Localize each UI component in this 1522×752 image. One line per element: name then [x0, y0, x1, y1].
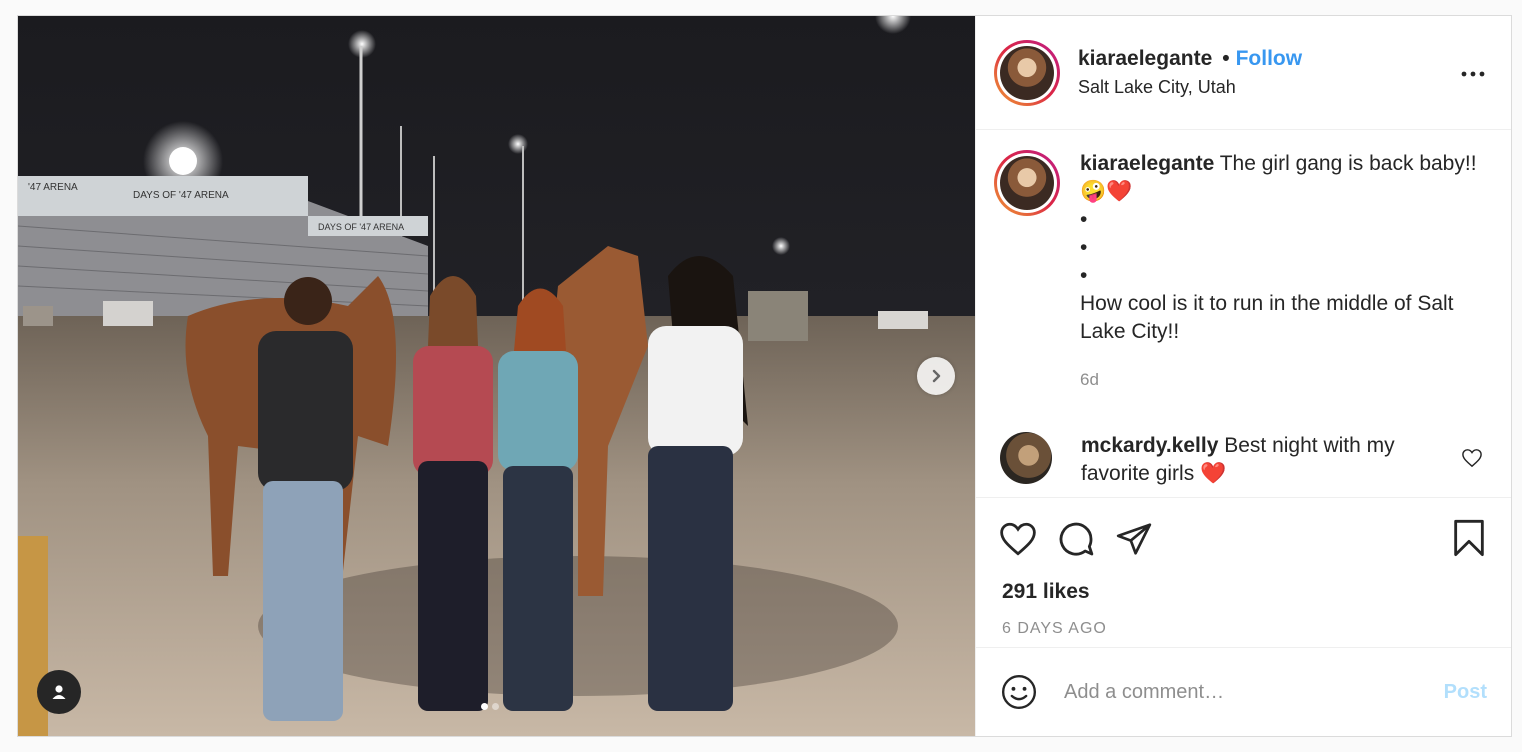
- more-options-button[interactable]: [1461, 64, 1485, 82]
- comment-input[interactable]: [1064, 680, 1404, 704]
- chevron-right-icon: [932, 369, 941, 383]
- caption-line: •: [1080, 208, 1088, 231]
- caption-avatar[interactable]: [994, 150, 1060, 216]
- tagged-users-button[interactable]: [37, 670, 81, 714]
- carousel-indicator: [481, 703, 499, 710]
- author-username[interactable]: kiaraelegante: [1078, 47, 1212, 71]
- actions-section: 291 likes 6 DAYS AGO: [976, 498, 1511, 648]
- post-photo: '47 ARENA DAYS OF '47 ARENA DAYS OF '47 …: [18, 16, 975, 736]
- bookmark-icon: [1454, 519, 1484, 557]
- caption-tail: How cool is it to run in the middle of S…: [1080, 292, 1454, 343]
- carousel-dot-active: [481, 703, 488, 710]
- post-card: '47 ARENA DAYS OF '47 ARENA DAYS OF '47 …: [17, 15, 1512, 737]
- likes-count[interactable]: 291 likes: [992, 580, 1495, 604]
- commenter-username[interactable]: mckardy.kelly: [1081, 434, 1218, 457]
- arena-banner-2: DAYS OF '47 ARENA: [133, 190, 229, 201]
- paper-plane-icon: [1116, 523, 1152, 555]
- commenter-avatar[interactable]: [1000, 432, 1052, 484]
- like-comment-button[interactable]: [1461, 448, 1483, 473]
- share-button[interactable]: [1114, 520, 1154, 558]
- avatar-image: [1000, 156, 1054, 210]
- post-sidebar: kiaraelegante • Follow Salt Lake City, U…: [975, 16, 1511, 736]
- avatar-image: [1000, 45, 1054, 100]
- comment-bubble-icon: [1059, 522, 1094, 556]
- caption-username[interactable]: kiaraelegante: [1080, 152, 1214, 175]
- author-avatar[interactable]: [994, 39, 1060, 106]
- add-comment-bar: Post: [976, 648, 1511, 736]
- caption-line: •: [1080, 264, 1088, 287]
- more-horizontal-icon: [1461, 71, 1485, 77]
- user-tag-icon: [52, 685, 66, 699]
- comment-item: mckardy.kelly Best night with my favorit…: [994, 432, 1493, 488]
- carousel-dot: [492, 703, 499, 710]
- post-timestamp[interactable]: 6 DAYS AGO: [992, 620, 1495, 638]
- follow-button[interactable]: Follow: [1236, 47, 1303, 71]
- emoji-smile-icon: [1001, 674, 1037, 710]
- post-media: '47 ARENA DAYS OF '47 ARENA DAYS OF '47 …: [18, 16, 975, 736]
- comments-section[interactable]: kiaraelegante The girl gang is back baby…: [976, 130, 1511, 498]
- arena-banner-1: '47 ARENA: [28, 182, 78, 193]
- next-photo-button[interactable]: [917, 357, 955, 395]
- post-header: kiaraelegante • Follow Salt Lake City, U…: [976, 16, 1511, 130]
- post-comment-button[interactable]: Post: [1444, 681, 1487, 704]
- caption-line: •: [1080, 236, 1088, 259]
- caption-time[interactable]: 6d: [1080, 366, 1480, 394]
- separator-bullet: •: [1222, 47, 1230, 70]
- heart-icon: [1000, 522, 1036, 556]
- like-button[interactable]: [998, 521, 1038, 557]
- post-location[interactable]: Salt Lake City, Utah: [1078, 77, 1302, 98]
- caption-comment: kiaraelegante The girl gang is back baby…: [994, 150, 1493, 394]
- save-button[interactable]: [1451, 518, 1487, 563]
- arena-banner-3: DAYS OF '47 ARENA: [318, 222, 404, 232]
- emoji-button[interactable]: [1000, 673, 1038, 711]
- heart-icon: [1462, 449, 1482, 468]
- comment-button[interactable]: [1056, 519, 1096, 559]
